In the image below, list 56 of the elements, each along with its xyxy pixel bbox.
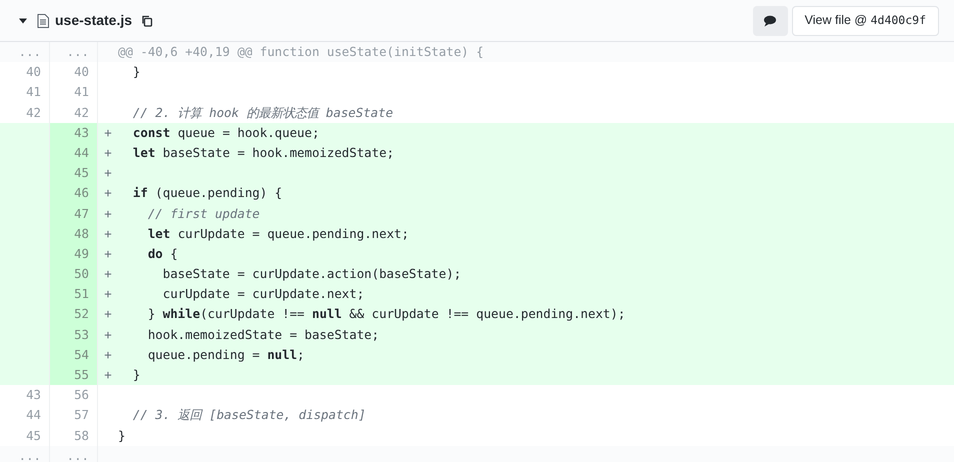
comment-button[interactable] [752,6,788,36]
line-number-cell[interactable] [0,122,50,143]
code-line: hook.memoizedState = baseState; [146,326,380,344]
speech-bubble-icon [763,14,778,26]
code-line: let baseState = hook.memoizedState; [132,144,394,162]
line-number-cell[interactable]: ... [50,446,98,462]
line-number-cell[interactable]: 47 [50,204,98,224]
line-number-cell[interactable]: 52 [50,304,98,325]
line-number-cell[interactable]: 50 [50,264,98,284]
line-number-cell[interactable]: 45 [50,163,98,184]
code-line: baseState = curUpdate.action(baseState); [162,265,462,284]
added-marker: + [104,246,112,261]
added-marker: + [104,346,112,362]
hunk-header: @@ -40,6 +40,19 @@ function useState(initState) { [118,43,484,61]
code-line: let curUpdate = queue.pending.next; [146,224,409,243]
caret-icon[interactable] [18,16,28,26]
line-number-cell[interactable]: ... [0,42,50,62]
line-number-cell[interactable]: 49 [50,244,98,264]
line-number-cell[interactable]: 51 [50,284,98,304]
code-comment: // 3. 返回 [baseState, dispatch] [132,406,366,424]
added-marker: + [104,226,112,241]
code-line: do { [146,244,178,263]
line-number-cell[interactable]: 44 [50,142,98,164]
line-number-cell[interactable]: 55 [50,365,98,386]
code-comment: // 2. 计算 hook 的最新状态值 baseState [132,104,394,122]
code-line: queue.pending = null; [146,346,305,364]
line-number-cell[interactable]: 43 [50,122,98,143]
code-comment: // first update [146,204,260,223]
code-line: } [132,63,140,82]
added-marker: + [104,165,112,180]
copy-icon[interactable] [141,14,154,26]
code-line: const queue = hook.queue; [132,124,320,142]
code-line: } [132,366,140,384]
code-line: if (queue.pending) { [132,184,282,202]
line-number-cell[interactable]: 53 [50,324,98,345]
line-number-cell[interactable]: 46 [50,183,98,204]
line-number-cell[interactable]: ... [50,42,98,62]
file-name[interactable]: use-state.js [55,10,132,31]
code-line: } [118,426,126,445]
line-number-cell[interactable]: ... [0,446,50,462]
view-file-button[interactable]: View file @ 4d400c9f [792,6,939,36]
added-marker: + [104,206,112,220]
added-marker: + [104,266,112,282]
added-marker: + [104,306,112,322]
added-marker: + [104,326,112,342]
added-marker: + [104,185,112,200]
line-number-cell[interactable] [0,365,50,386]
line-number-cell[interactable]: 48 [50,224,98,244]
code-line: } while(curUpdate !== null && curUpdate !== queue.pending.next); [146,305,626,324]
added-marker: + [104,286,112,302]
added-marker: + [104,367,112,382]
file-icon [37,14,49,28]
line-number-cell[interactable]: 54 [50,344,98,365]
added-marker: + [104,124,112,140]
code-line: curUpdate = curUpdate.next; [162,285,364,304]
added-marker: + [104,144,112,160]
